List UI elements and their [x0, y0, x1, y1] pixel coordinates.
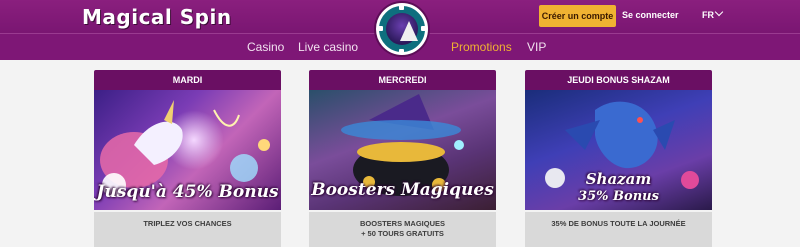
wizard-hat-icon — [400, 21, 418, 41]
promo-banner-text: 35% Bonus — [578, 189, 659, 204]
create-account-button[interactable]: Créer un compte — [539, 5, 616, 27]
card-title: MERCREDI — [309, 70, 496, 90]
login-link[interactable]: Se connecter — [622, 10, 679, 20]
description-line: BOOSTERS MAGIQUES — [359, 219, 445, 228]
promo-banner-text: Jusqu'à 45% Bonus — [96, 182, 279, 202]
emblem-dot — [399, 49, 404, 54]
nav-promotions[interactable]: Promotions — [451, 40, 512, 54]
card-description: 35% DE BONUS TOUTE LA JOURNÉE — [525, 212, 712, 247]
language-selector[interactable]: FR — [702, 10, 714, 20]
nav-live-casino[interactable]: Live casino — [298, 40, 358, 54]
nav-vip[interactable]: VIP — [527, 40, 546, 54]
card-title: JEUDI BONUS SHAZAM — [525, 70, 712, 90]
emblem-dot — [421, 26, 426, 31]
unicorn-promo-image[interactable]: Jusqu'à 45% Bonus — [94, 90, 281, 210]
card-description: BOOSTERS MAGIQUES + 50 TOURS GRATUITS — [309, 212, 496, 247]
card-title: MARDI — [94, 70, 281, 90]
promo-banner-text: Boosters Magiques — [311, 180, 494, 200]
description-line: + 50 TOURS GRATUITS — [361, 229, 444, 238]
cauldron-promo-image[interactable]: Boosters Magiques — [309, 90, 496, 210]
chevron-down-icon[interactable] — [714, 7, 724, 17]
promo-card-thursday[interactable]: JEUDI BONUS SHAZAM Shazam 35% Bonus 35% … — [525, 70, 712, 247]
promo-card-wednesday[interactable]: MERCREDI Boosters Magiques BOOSTERS MAGI… — [309, 70, 496, 247]
card-description: TRIPLEZ VOS CHANCES — [94, 212, 281, 247]
nav-casino[interactable]: Casino — [247, 40, 284, 54]
dragon-promo-image[interactable]: Shazam 35% Bonus — [525, 90, 712, 210]
promo-card-tuesday[interactable]: MARDI Jusqu'à 45% Bonus TRIPLEZ VOS CHAN… — [94, 70, 281, 247]
wizard-emblem-icon[interactable] — [376, 3, 428, 55]
emblem-dot — [399, 5, 404, 10]
description-text: TRIPLEZ VOS CHANCES — [143, 219, 232, 228]
emblem-dot — [378, 26, 383, 31]
description-text: 35% DE BONUS TOUTE LA JOURNÉE — [551, 219, 686, 228]
site-logo[interactable]: Magical Spin — [82, 5, 232, 29]
promo-banner-title: Shazam — [585, 170, 652, 188]
emblem-center — [386, 13, 418, 45]
site-header: Magical Spin Créer un compte Se connecte… — [0, 0, 800, 60]
